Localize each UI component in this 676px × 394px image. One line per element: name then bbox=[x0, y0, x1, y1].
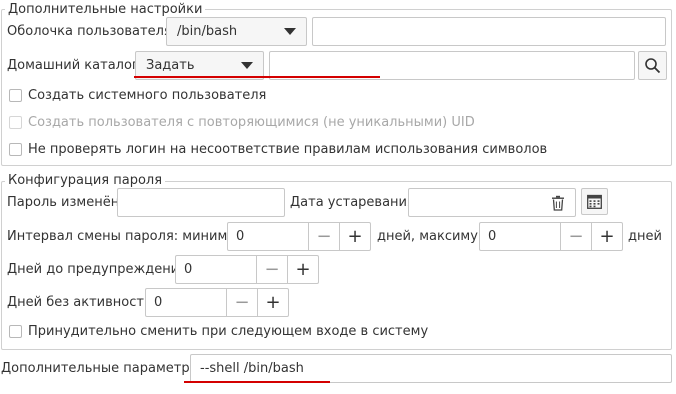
checkbox-box[interactable] bbox=[9, 143, 22, 156]
warn-days-decrement-button[interactable]: − bbox=[256, 256, 287, 283]
create-duplicate-uid-label: Создать пользователя с повторяющимися (н… bbox=[28, 115, 475, 130]
interval-max-stepper[interactable]: 0 − + bbox=[479, 222, 623, 251]
interval-max-value[interactable]: 0 bbox=[480, 223, 560, 250]
extra-params-label: Дополнительные параметры: bbox=[1, 361, 205, 376]
inactive-days-value[interactable]: 0 bbox=[146, 289, 226, 316]
chevron-down-icon bbox=[284, 28, 296, 35]
warn-days-label: Дней до предупреждения: bbox=[7, 262, 192, 277]
force-change-label: Принудительно сменить при следующем вход… bbox=[28, 324, 429, 339]
home-dir-browse-button[interactable] bbox=[638, 51, 667, 80]
inactive-days-increment-button[interactable]: + bbox=[257, 289, 288, 316]
interval-min-stepper[interactable]: 0 − + bbox=[227, 222, 371, 251]
inactive-days-label: Дней без активности: bbox=[7, 295, 157, 310]
create-duplicate-uid-checkbox[interactable]: Создать пользователя с повторяющимися (н… bbox=[9, 115, 475, 130]
password-changed-label: Пароль изменён: bbox=[7, 195, 124, 210]
interval-max-label: дней, максимум bbox=[377, 229, 488, 244]
interval-min-value[interactable]: 0 bbox=[228, 223, 308, 250]
warn-days-increment-button[interactable]: + bbox=[287, 256, 318, 283]
checkbox-box[interactable] bbox=[9, 325, 22, 338]
interval-max-increment-button[interactable]: + bbox=[591, 223, 622, 250]
warn-days-stepper[interactable]: 0 − + bbox=[175, 255, 319, 284]
calendar-icon bbox=[587, 194, 602, 209]
interval-min-label: Интервал смены пароля: минимум bbox=[7, 229, 245, 244]
interval-min-increment-button[interactable]: + bbox=[339, 223, 370, 250]
expire-date-label: Дата устаревания: bbox=[290, 195, 420, 210]
interval-max-decrement-button[interactable]: − bbox=[560, 223, 591, 250]
advanced-settings-legend: Дополнительные настройки bbox=[5, 3, 206, 17]
expire-date-clear-button[interactable] bbox=[548, 193, 568, 213]
trash-icon bbox=[552, 195, 564, 211]
interval-min-decrement-button[interactable]: − bbox=[308, 223, 339, 250]
shell-select[interactable]: /bin/bash bbox=[166, 17, 307, 46]
force-change-checkbox[interactable]: Принудительно сменить при следующем вход… bbox=[9, 324, 428, 339]
password-config-legend: Конфигурация пароля bbox=[5, 174, 166, 188]
skip-login-check-label: Не проверять логин на несоответствие пра… bbox=[28, 142, 548, 157]
expire-date-calendar-button[interactable] bbox=[581, 188, 608, 215]
shell-custom-input[interactable] bbox=[312, 17, 666, 46]
chevron-down-icon bbox=[241, 62, 253, 69]
shell-select-value: /bin/bash bbox=[177, 24, 238, 39]
extra-params-input[interactable]: --shell /bin/bash bbox=[190, 354, 672, 383]
inactive-days-stepper[interactable]: 0 − + bbox=[145, 288, 289, 317]
password-changed-input[interactable] bbox=[117, 188, 285, 217]
inactive-days-decrement-button[interactable]: − bbox=[226, 289, 257, 316]
shell-label: Оболочка пользователя: bbox=[7, 24, 177, 39]
home-dir-mode-value: Задать bbox=[146, 58, 195, 73]
create-system-user-checkbox[interactable]: Создать системного пользователя bbox=[9, 88, 266, 103]
home-dir-label: Домашний каталог: bbox=[7, 58, 144, 73]
interval-days-unit: дней bbox=[628, 229, 662, 244]
create-system-user-label: Создать системного пользователя bbox=[28, 88, 267, 103]
home-dir-annotation-underline bbox=[134, 76, 380, 78]
search-icon bbox=[645, 58, 661, 74]
extra-params-annotation-underline bbox=[184, 381, 330, 383]
warn-days-value[interactable]: 0 bbox=[176, 256, 256, 283]
checkbox-box[interactable] bbox=[9, 89, 22, 102]
skip-login-check-checkbox[interactable]: Не проверять логин на несоответствие пра… bbox=[9, 142, 547, 157]
checkbox-box[interactable] bbox=[9, 116, 22, 129]
